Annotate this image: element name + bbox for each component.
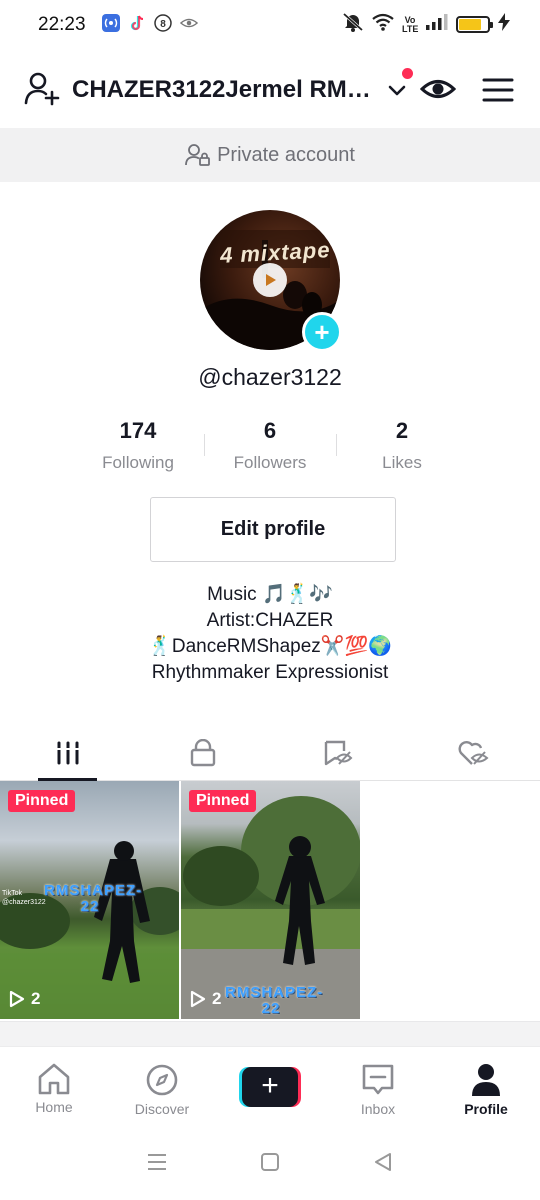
mute-icon <box>342 12 364 37</box>
b-icon: 8 <box>154 14 172 32</box>
status-bar: 22:23 8 Vo LTE <box>0 0 540 52</box>
nav-profile[interactable]: Profile <box>432 1047 540 1128</box>
status-icons-left: 8 <box>102 14 198 32</box>
plus-icon: + <box>314 317 330 347</box>
recent-apps-button[interactable] <box>146 1152 168 1177</box>
play-outline-icon <box>190 990 206 1008</box>
status-time: 22:23 <box>38 14 86 35</box>
stat-following[interactable]: 174 Following <box>72 418 204 480</box>
add-user-icon <box>24 72 60 106</box>
liked-hidden-icon <box>458 741 489 765</box>
menu-lines-icon <box>147 1153 166 1170</box>
home-system-button[interactable] <box>259 1151 281 1178</box>
video-overlay-text: RMSHAPEZ-22 <box>44 882 143 915</box>
nav-home[interactable]: Home <box>0 1047 108 1128</box>
stat-followers[interactable]: 6 Followers <box>204 418 336 480</box>
nav-label: Discover <box>134 1101 190 1117</box>
tab-videos[interactable] <box>0 726 135 781</box>
chevron-down-icon <box>388 85 406 96</box>
battery-icon <box>456 16 493 33</box>
menu-button[interactable] <box>482 76 514 104</box>
add-avatar-button[interactable]: + <box>302 312 342 352</box>
private-account-text: Private account <box>217 143 355 166</box>
bio-line: Artist:CHAZER <box>206 610 334 631</box>
avatar-container[interactable]: 4 mixtape + <box>200 210 342 352</box>
pinned-badge: Pinned <box>189 790 257 812</box>
eye-icon <box>419 80 457 98</box>
tab-private[interactable] <box>135 726 270 780</box>
inbox-icon <box>362 1064 394 1095</box>
stat-value: 174 <box>119 418 157 443</box>
hotspot-icon <box>102 14 120 32</box>
video-grid: Pinned RMSHAPEZ-22 TikTok @chazer3122 2 … <box>0 781 540 1021</box>
compass-icon <box>146 1064 178 1096</box>
grid-bottom-strip <box>0 1021 540 1046</box>
content-tabs <box>0 726 540 781</box>
bio-line: Music 🎵🕺🎶 <box>207 584 333 605</box>
volte-icon: Vo LTE <box>402 14 419 34</box>
status-icons-right: Vo LTE <box>342 12 510 37</box>
bio-line: 🕺DanceRMShapez✂️💯🌍 <box>148 636 392 657</box>
account-username[interactable]: CHAZER3122Jermel RMS… <box>72 76 384 104</box>
view-count-value: 2 <box>31 989 41 1008</box>
view-count: 2 <box>190 989 221 1009</box>
view-count: 2 <box>9 989 40 1009</box>
charging-icon <box>498 13 510 36</box>
video-overlay-text: RMSHAPEZ-22 <box>225 984 324 1017</box>
edit-profile-button[interactable]: Edit profile <box>150 497 396 562</box>
bio-line: Rhythmmaker Expressionist <box>151 662 389 683</box>
hamburger-icon <box>482 78 514 102</box>
private-user-lock-icon <box>185 144 210 166</box>
stat-label: Likes <box>382 453 422 472</box>
bookmark-icon <box>324 740 352 766</box>
home-icon <box>38 1063 70 1095</box>
square-icon <box>260 1152 279 1171</box>
video-thumbnail[interactable]: Pinned RMSHAPEZ-22 2 <box>181 781 360 1019</box>
back-triangle-icon <box>375 1152 392 1171</box>
play-icon <box>253 263 287 297</box>
view-count-value: 2 <box>212 989 222 1008</box>
nav-label: Profile <box>464 1101 508 1117</box>
video-thumbnail[interactable]: Pinned RMSHAPEZ-22 TikTok @chazer3122 2 <box>0 781 179 1019</box>
nav-inbox[interactable]: Inbox <box>324 1047 432 1128</box>
back-button[interactable] <box>372 1151 394 1178</box>
account-switcher-button[interactable] <box>386 80 408 100</box>
eye-scan-icon <box>180 14 198 32</box>
nav-label: Home <box>35 1099 73 1115</box>
stat-likes[interactable]: 2 Likes <box>336 418 468 480</box>
profile-icon <box>472 1064 500 1096</box>
system-nav-bar <box>0 1128 540 1200</box>
notification-dot <box>402 68 413 79</box>
profile-views-button[interactable] <box>419 74 457 104</box>
add-friend-button[interactable] <box>24 70 60 106</box>
svg-text:8: 8 <box>160 19 166 30</box>
grid-icon <box>55 741 80 765</box>
nav-create[interactable]: + <box>216 1047 324 1128</box>
create-icon: + <box>239 1067 301 1107</box>
tab-saved[interactable] <box>270 726 405 780</box>
profile-header: CHAZER3122Jermel RMS… <box>0 62 540 118</box>
profile-handle: @chazer3122 <box>198 364 342 390</box>
wifi-icon <box>372 13 394 36</box>
play-outline-icon <box>9 990 25 1008</box>
bottom-nav: Home Discover + Inbox Profile <box>0 1046 540 1128</box>
private-account-banner: Private account <box>0 128 540 182</box>
profile-stats: 174 Following 6 Followers 2 Likes <box>72 418 468 480</box>
stat-value: 2 <box>395 418 409 443</box>
profile-bio: Music 🎵🕺🎶 Artist:CHAZER 🕺DanceRMShapez✂️… <box>0 582 540 686</box>
stat-label: Following <box>102 453 174 472</box>
signal-icon <box>426 14 448 35</box>
tiktok-icon <box>128 14 146 32</box>
stat-label: Followers <box>233 453 307 472</box>
stat-value: 6 <box>263 418 277 443</box>
tiktok-watermark: TikTok @chazer3122 <box>2 890 46 906</box>
nav-discover[interactable]: Discover <box>108 1047 216 1128</box>
nav-label: Inbox <box>360 1101 396 1117</box>
tab-liked[interactable] <box>405 726 540 780</box>
lock-icon <box>190 739 215 767</box>
pinned-badge: Pinned <box>8 790 76 812</box>
